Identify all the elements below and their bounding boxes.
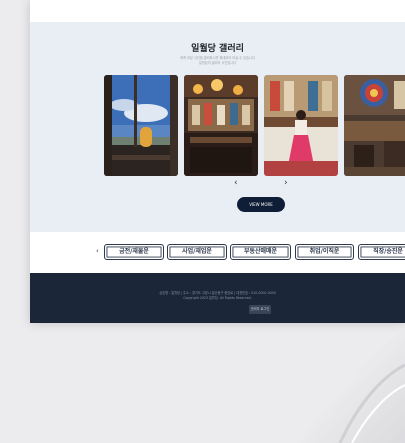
category-wealth-button[interactable]: 금전/재물운 — [104, 244, 164, 260]
gallery-photo-shrine-altar[interactable] — [184, 75, 258, 176]
gallery-photo-sky-window[interactable] — [104, 75, 178, 176]
footer-copyright: Copyright 2023 일월당. All Rights Reserved. — [183, 296, 252, 300]
gallery-subtitle-2: 일월당의 갤러리 사진입니다 — [198, 61, 237, 65]
admin-login-button[interactable]: 관리자 로그인 — [249, 305, 271, 314]
category-prev-arrow[interactable]: ‹ — [96, 247, 99, 255]
category-promotion-button[interactable]: 직장/승진운 — [358, 244, 405, 260]
website-page: 일월당 갤러리 좌측 부분 사진을 클릭하시면 확대되어 보실 수 있습니다 일… — [30, 0, 405, 323]
gallery-next-arrow[interactable]: › — [284, 178, 288, 188]
gallery-photo-red-hanbok[interactable] — [264, 75, 338, 176]
view-more-button[interactable]: VIEW MORE — [237, 197, 285, 212]
gallery-section: 일월당 갤러리 좌측 부분 사진을 클릭하시면 확대되어 보실 수 있습니다 일… — [30, 22, 405, 232]
category-real-estate-button[interactable]: 부동산매매운 — [230, 244, 291, 260]
gallery-title: 일월당 갤러리 — [191, 44, 244, 54]
gallery-prev-arrow[interactable]: ‹ — [234, 178, 238, 188]
category-business-button[interactable]: 사업/재업운 — [167, 244, 227, 260]
category-employment-button[interactable]: 취업/이직운 — [295, 244, 354, 260]
site-footer: 상호명 : 일월당 | 주소 : 경기도 고양시 일산동구 중앙로 | 대표번호… — [30, 273, 405, 323]
gallery-photo-shrine-interior[interactable] — [344, 75, 405, 176]
